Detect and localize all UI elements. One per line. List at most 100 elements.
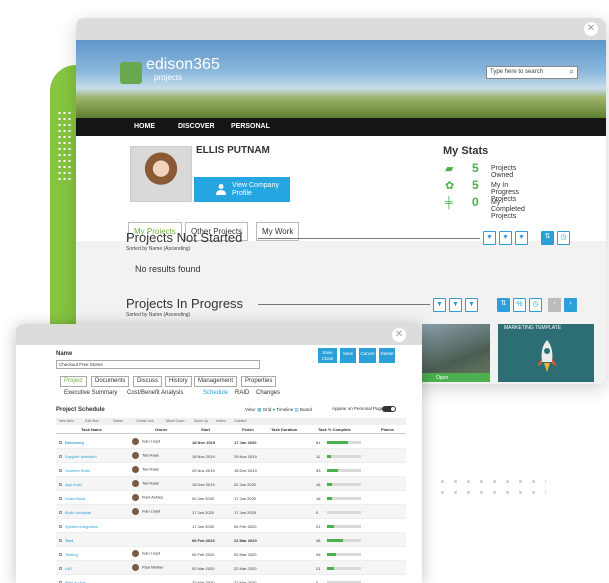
task-name[interactable]: App build xyxy=(59,482,82,487)
table-row[interactable]: Plan go live 22 Mar 2020 22 Mar 2020 0 xyxy=(56,575,406,583)
table-row[interactable]: UAT Paul Mather 02 Mar 2020 22 Mar 2020 21 xyxy=(56,561,406,575)
sort-icon[interactable]: ⇅ xyxy=(497,298,510,312)
cancel-button[interactable]: Cancel xyxy=(359,348,376,363)
decorative-dots xyxy=(57,110,71,180)
move-up-button[interactable]: Move Up xyxy=(194,419,208,423)
clock-icon[interactable]: ◷ xyxy=(529,298,542,312)
table-row[interactable]: Test 06 Feb 2020 22 Mar 2020 46 xyxy=(56,533,406,547)
subtab-cost-benefit[interactable]: Cost/Benefit Analysis xyxy=(127,390,183,396)
appear-on-personal-toggle[interactable] xyxy=(382,406,396,412)
task-progress-bar xyxy=(327,455,361,458)
avatar xyxy=(132,438,139,445)
table-row[interactable]: Supplier selection Tad Haas 18 Nov 2019 29 … xyxy=(56,449,406,463)
filter-icon[interactable]: ▼ xyxy=(433,298,446,312)
task-progress-fill xyxy=(327,539,343,542)
task-name[interactable]: System integration xyxy=(59,524,98,529)
nav-discover[interactable]: DISCOVER xyxy=(178,123,215,130)
create-link-button[interactable]: Create Link xyxy=(136,419,154,423)
row-checkbox[interactable] xyxy=(59,469,62,473)
column-header[interactable]: Planne xyxy=(381,427,394,432)
indent-button[interactable]: Indent xyxy=(216,419,226,423)
table-row[interactable]: Video Build Roni Ashley 02 Jan 2020 17 Jan … xyxy=(56,491,406,505)
task-name[interactable]: Scanner Build xyxy=(59,468,90,473)
filter-icon[interactable]: ▼ xyxy=(449,298,462,312)
table-row[interactable]: Testing Ivan Lloyd 06 Feb 2020 02 Mar 2020 2… xyxy=(56,547,406,561)
subtab-schedule[interactable]: Schedule xyxy=(203,390,228,396)
empty-message: No results found xyxy=(135,264,201,274)
column-header[interactable]: Task Name xyxy=(81,427,102,432)
table-row[interactable]: App build Tad Haas 18 Dec 2019 02 Jan 2020 1… xyxy=(56,477,406,491)
close-icon[interactable]: ✕ xyxy=(584,22,598,36)
task-finish: 17 Jan 2020 xyxy=(234,440,257,445)
save-close-button[interactable]: Save Close xyxy=(318,348,337,363)
nav-personal[interactable]: PERSONAL xyxy=(231,123,270,130)
table-row[interactable]: Build complete Ivan Lloyd 17 Jan 2020 17 Ja… xyxy=(56,505,406,519)
subtab-raid[interactable]: RAID xyxy=(235,390,249,396)
row-checkbox[interactable] xyxy=(59,553,62,557)
task-name[interactable]: Build complete xyxy=(59,510,91,515)
tab-management[interactable]: Management xyxy=(194,376,238,387)
column-header[interactable]: Task % Complete xyxy=(318,427,351,432)
column-header[interactable]: Owner xyxy=(155,427,167,432)
outdent-button[interactable]: Outdent xyxy=(234,419,246,423)
column-header[interactable]: Start xyxy=(201,427,210,432)
next-page-button[interactable]: › xyxy=(564,298,577,312)
clock-icon[interactable]: ◷ xyxy=(557,231,570,245)
filter-icon[interactable]: ▼ xyxy=(465,298,478,312)
stat-label: Projects Owned xyxy=(491,165,517,179)
task-name[interactable]: Video Build xyxy=(59,496,85,501)
tab-properties[interactable]: Properties xyxy=(241,376,277,387)
row-checkbox[interactable] xyxy=(59,567,62,571)
filter-icon[interactable]: ▼ xyxy=(515,231,528,245)
column-header[interactable]: Task Duration xyxy=(271,427,297,432)
row-checkbox[interactable] xyxy=(59,455,62,459)
task-name[interactable]: Test xyxy=(59,538,73,543)
column-header[interactable]: Finish xyxy=(242,427,254,432)
tab-documents[interactable]: Documents xyxy=(91,376,130,387)
table-row[interactable]: System integration 17 Jan 2020 06 Feb 2020… xyxy=(56,519,406,533)
table-row[interactable]: Scanner Build Tad Haas 29 Nov 2019 18 Dec 2… xyxy=(56,463,406,477)
project-name-field[interactable]: Checkout Free Stores xyxy=(56,360,260,369)
filter-icon[interactable]: ▼ xyxy=(499,231,512,245)
subtab-changes[interactable]: Changes xyxy=(256,390,280,396)
project-tile[interactable]: Open xyxy=(422,324,490,382)
view-board[interactable]: Board xyxy=(300,407,312,412)
save-button[interactable]: Save xyxy=(340,348,356,363)
delete-item-button[interactable]: Delete xyxy=(113,419,123,423)
table-row[interactable]: Discovery Ivan Lloyd 18 Nov 2019 17 Jan 202… xyxy=(56,435,406,449)
task-name[interactable]: UAT xyxy=(59,566,73,571)
section-title: Projects In Progress xyxy=(126,296,244,311)
task-name[interactable]: Supplier selection xyxy=(59,454,97,459)
row-checkbox[interactable] xyxy=(59,483,62,487)
row-checkbox[interactable] xyxy=(59,497,62,501)
new-item-button[interactable]: New Item xyxy=(59,419,74,423)
rocket-icon xyxy=(537,340,557,372)
view-timeline[interactable]: Timeline xyxy=(276,407,293,412)
row-checkbox[interactable] xyxy=(59,441,62,445)
task-name[interactable]: Testing xyxy=(59,552,78,557)
edit-item-button[interactable]: Edit Item xyxy=(85,419,99,423)
row-checkbox[interactable] xyxy=(59,525,62,529)
sort-icon[interactable]: ⇅ xyxy=(541,231,554,245)
subtab-executive-summary[interactable]: Executive Summary xyxy=(64,390,117,396)
project-tile[interactable]: MARKETING TEMPLATE xyxy=(498,324,594,382)
delete-button[interactable]: Delete xyxy=(379,348,395,363)
filter-icon[interactable]: ▼ xyxy=(483,231,496,245)
tab-project[interactable]: Project xyxy=(60,376,87,387)
search-icon[interactable]: ⌕ xyxy=(570,67,574,77)
move-down-button[interactable]: Move Down xyxy=(166,419,184,423)
percent-icon[interactable]: % xyxy=(513,298,526,312)
row-checkbox[interactable] xyxy=(59,539,62,543)
task-finish: 29 Nov 2019 xyxy=(234,454,257,459)
tab-discuss[interactable]: Discuss xyxy=(133,376,163,387)
view-grid[interactable]: Grid xyxy=(263,407,272,412)
nav-home[interactable]: HOME xyxy=(134,123,155,130)
row-checkbox[interactable] xyxy=(59,511,62,515)
search-input[interactable]: Type here to search ⌕ xyxy=(486,66,578,79)
tab-history[interactable]: History xyxy=(165,376,192,387)
person-icon xyxy=(216,184,226,195)
task-name[interactable]: Discovery xyxy=(59,440,84,445)
view-company-profile-button[interactable]: View Company Profile xyxy=(194,177,290,202)
prev-page-button[interactable]: ‹ xyxy=(548,298,561,312)
close-icon[interactable]: ✕ xyxy=(392,328,406,342)
